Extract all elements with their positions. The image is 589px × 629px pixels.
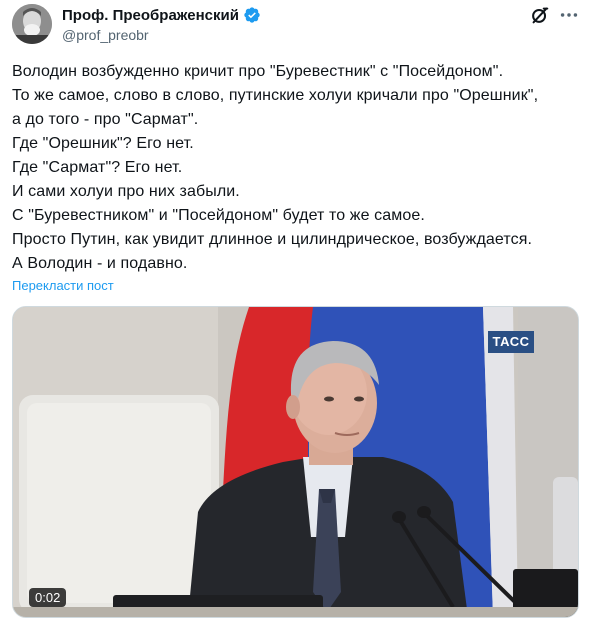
post-line: Просто Путин, как увидит длинное и цилин… (12, 231, 533, 248)
post-text: Володин возбужденно кричит про "Буревест… (12, 60, 577, 276)
post-line: А Володин - и подавно. (12, 255, 188, 272)
post-line: То же самое, слово в слово, путинские хо… (12, 87, 539, 104)
post-line: Володин возбужденно кричит про "Буревест… (12, 63, 504, 80)
grok-icon[interactable] (529, 4, 551, 26)
author-handle[interactable]: @prof_preobr (62, 27, 149, 43)
avatar[interactable] (12, 4, 52, 44)
video-duration: 0:02 (29, 588, 67, 607)
avatar-portrait-icon (12, 4, 52, 44)
post-line: С "Буревестником" и "Посейдоном" будет т… (12, 207, 425, 224)
post-line: а до того - про "Сармат". (12, 111, 199, 128)
post-line: И сами холуи про них забыли. (12, 183, 240, 200)
verified-badge-icon (244, 7, 260, 23)
translate-post-link[interactable]: Перекласти пост (12, 278, 114, 293)
post-line: Где "Сармат"? Его нет. (12, 159, 183, 176)
video-player[interactable]: ТАСС 0:02 (12, 306, 579, 618)
author-display-name[interactable]: Проф. Преображенский (62, 7, 239, 24)
video-frame (13, 307, 578, 617)
post-line: Где "Орешник"? Его нет. (12, 135, 194, 152)
more-icon[interactable] (558, 4, 580, 26)
tass-watermark: ТАСС (488, 331, 534, 353)
